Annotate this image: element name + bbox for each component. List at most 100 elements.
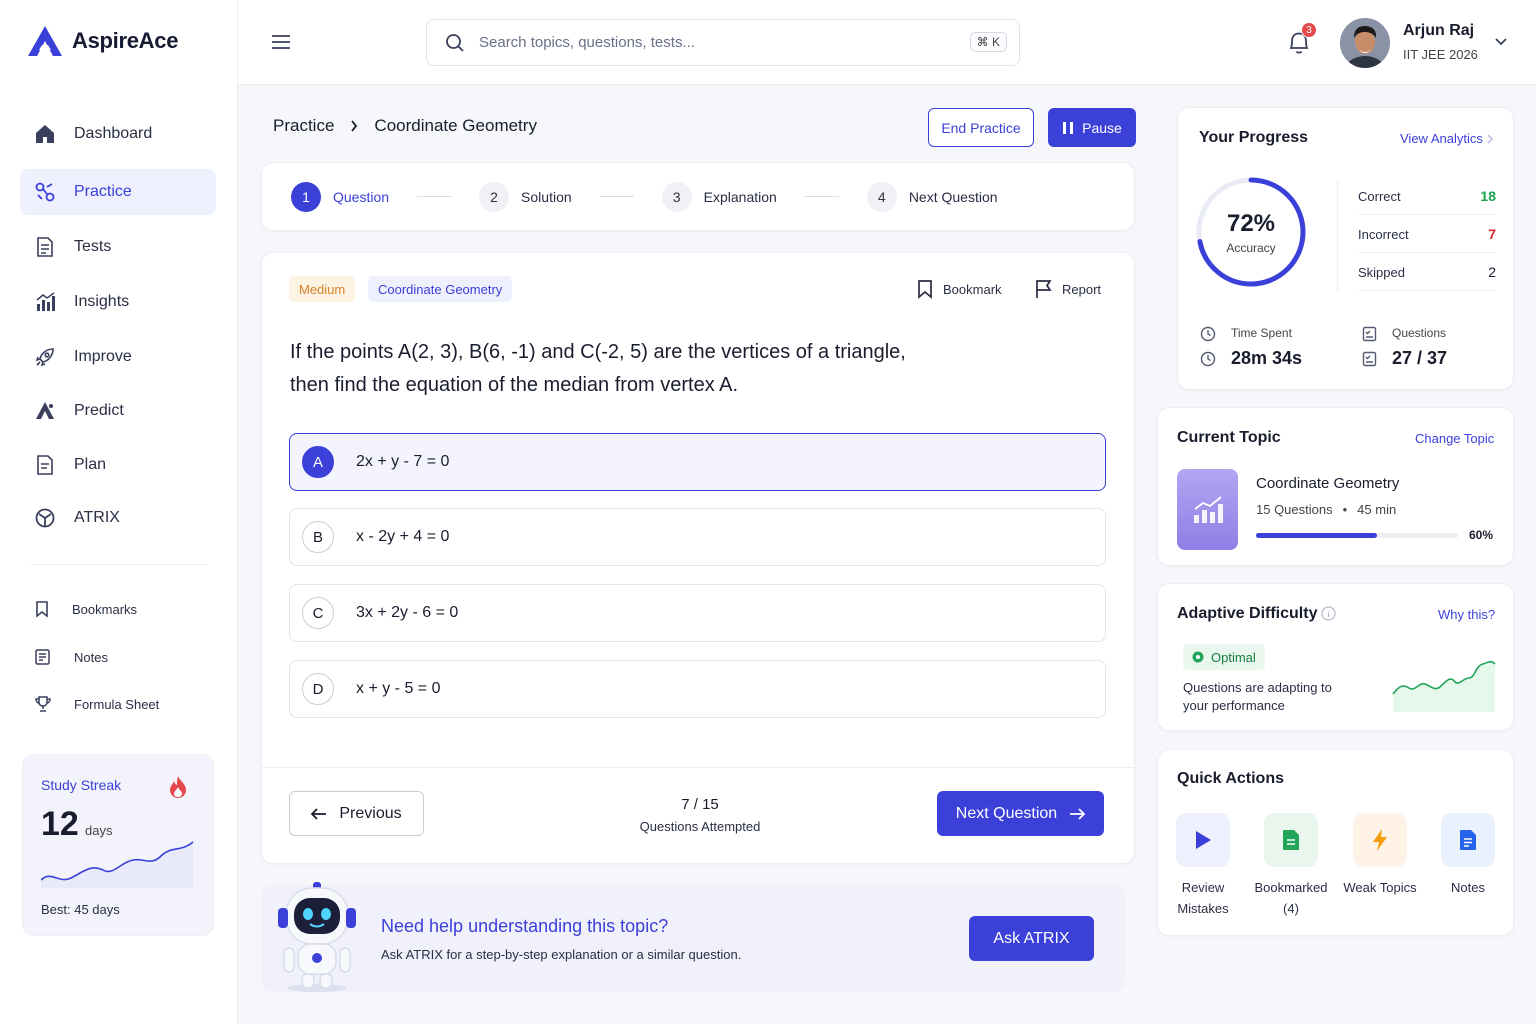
checklist-icon — [1362, 351, 1377, 367]
option-text: 2x + y - 7 = 0 — [356, 453, 450, 470]
user-subtitle: IIT JEE 2026 — [1403, 47, 1478, 62]
sidebar-item-atrix[interactable]: ATRIX — [20, 495, 216, 541]
pause-button[interactable]: Pause — [1048, 108, 1136, 147]
notes-document-icon — [1460, 830, 1476, 850]
optimal-status-badge: Optimal — [1183, 644, 1265, 670]
why-this-link[interactable]: Why this? — [1438, 607, 1495, 622]
search-icon — [446, 33, 464, 52]
change-topic-link[interactable]: Change Topic — [1415, 431, 1494, 446]
sidebar-divider — [30, 564, 208, 565]
chevron-down-icon[interactable] — [1494, 37, 1508, 47]
notes-icon — [35, 649, 50, 665]
step-next-question[interactable]: 4 Next Question — [866, 181, 998, 212]
bar-chart-icon — [36, 292, 55, 311]
sidebar-item-label: Tests — [74, 238, 112, 255]
quick-action-bookmarked[interactable]: Bookmarked (4) — [1251, 813, 1331, 919]
sidebar-item-tests[interactable]: Tests — [20, 224, 216, 270]
adaptive-description-line: Questions are adapting to — [1183, 680, 1332, 695]
bookmark-button[interactable]: Bookmark — [917, 279, 1002, 299]
clock-icon — [1200, 326, 1216, 342]
sidebar-item-dashboard[interactable]: Dashboard — [20, 111, 216, 157]
sidebar-item-formula-sheet[interactable]: Formula Sheet — [20, 684, 216, 724]
clock-icon — [1200, 351, 1216, 367]
view-analytics-label: View Analytics — [1400, 131, 1483, 146]
topic-thumbnail — [1177, 469, 1238, 550]
sidebar-item-practice[interactable]: Practice — [20, 169, 216, 215]
option-letter: C — [302, 597, 334, 629]
arrow-left-icon — [311, 807, 327, 820]
robot-mascot-icon — [278, 882, 356, 992]
questions-attempted: 7 / 15 Questions Attempted — [600, 796, 800, 834]
answer-option-c[interactable]: C 3x + 2y - 6 = 0 — [289, 584, 1106, 642]
next-question-button[interactable]: Next Question — [937, 791, 1104, 836]
progress-divider — [1337, 180, 1338, 292]
flag-icon — [1036, 280, 1052, 298]
sidebar-item-predict[interactable]: Predict — [20, 388, 216, 434]
fire-icon — [170, 776, 186, 798]
atrix-icon — [35, 508, 55, 528]
stat-value: 2 — [1488, 264, 1496, 280]
step-explanation[interactable]: 3 Explanation — [661, 181, 777, 212]
study-streak-card: Study Streak 12 days Best: 45 days — [22, 754, 214, 936]
question-text: If the points A(2, 3), B(6, -1) and C(-2… — [290, 336, 906, 402]
streak-unit: days — [85, 823, 113, 838]
hamburger-menu-icon[interactable] — [271, 34, 291, 50]
search-input[interactable] — [479, 34, 949, 51]
rocket-icon — [35, 348, 54, 367]
option-text: 3x + 2y - 6 = 0 — [356, 604, 459, 621]
notification-button[interactable]: 3 — [1287, 22, 1317, 56]
avatar[interactable] — [1340, 18, 1390, 68]
step-label: Question — [333, 188, 390, 205]
search-bar[interactable]: ⌘ K — [426, 19, 1020, 66]
quick-action-icon-box — [1176, 813, 1230, 867]
report-button[interactable]: Report — [1035, 279, 1101, 299]
time-spent-label: Time Spent — [1231, 326, 1292, 340]
checklist-icon — [1362, 326, 1377, 342]
previous-button[interactable]: Previous — [289, 791, 424, 836]
accuracy-label: Accuracy — [1226, 241, 1276, 255]
sidebar-item-label: Dashboard — [74, 125, 153, 142]
aspireace-logo-icon — [28, 26, 62, 56]
info-icon[interactable] — [1321, 606, 1336, 621]
end-practice-button[interactable]: End Practice — [928, 108, 1034, 147]
sidebar-item-label: Insights — [74, 293, 130, 310]
questions-value: 27 / 37 — [1392, 348, 1448, 368]
predict-icon — [36, 402, 54, 419]
quick-action-review-mistakes[interactable]: Review Mistakes — [1163, 813, 1243, 919]
sidebar-item-label: Predict — [74, 402, 124, 419]
stat-value: 7 — [1488, 226, 1496, 242]
sidebar-item-improve[interactable]: Improve — [20, 334, 216, 380]
streak-best: Best: 45 days — [41, 902, 120, 917]
step-connector — [804, 196, 839, 197]
answer-option-a[interactable]: A 2x + y - 7 = 0 — [289, 433, 1106, 491]
stat-correct: Correct 18 — [1358, 178, 1496, 215]
sidebar-item-insights[interactable]: Insights — [20, 279, 216, 325]
step-solution[interactable]: 2 Solution — [479, 181, 572, 212]
quick-action-notes[interactable]: Notes — [1428, 813, 1508, 898]
topic-progress-track — [1256, 533, 1458, 538]
ask-atrix-button[interactable]: Ask ATRIX — [969, 916, 1094, 961]
sidebar-item-notes[interactable]: Notes — [20, 637, 216, 677]
pause-icon — [1063, 121, 1074, 134]
sidebar-item-bookmarks[interactable]: Bookmarks — [20, 589, 216, 629]
trophy-icon — [35, 696, 51, 712]
step-connector — [599, 196, 634, 197]
attempted-label: Questions Attempted — [639, 819, 761, 834]
topic-name: Coordinate Geometry — [1256, 475, 1400, 492]
sidebar-item-plan[interactable]: Plan — [20, 442, 216, 488]
option-letter: D — [302, 673, 334, 705]
app-logo[interactable]: AspireAce — [26, 24, 178, 58]
streak-title: Study Streak — [41, 777, 122, 793]
answer-option-d[interactable]: Dx + y - 5 = 0 — [289, 660, 1106, 718]
step-number: 4 — [866, 181, 897, 212]
arrow-right-icon — [1070, 807, 1086, 820]
previous-label: Previous — [339, 804, 402, 822]
search-shortcut-hint: ⌘ K — [969, 32, 1007, 52]
question-text-line: If the points A(2, 3), B(6, -1) and C(-2… — [290, 341, 906, 363]
step-question[interactable]: 1 Question — [291, 181, 390, 212]
answer-option-b[interactable]: Bx - 2y + 4 = 0 — [289, 508, 1106, 566]
breadcrumb-root[interactable]: Practice — [273, 116, 334, 136]
view-analytics-link[interactable]: View Analytics — [1400, 131, 1493, 146]
time-spent-value: 28m 34s — [1231, 348, 1303, 368]
quick-action-weak-topics[interactable]: Weak Topics — [1340, 813, 1420, 898]
